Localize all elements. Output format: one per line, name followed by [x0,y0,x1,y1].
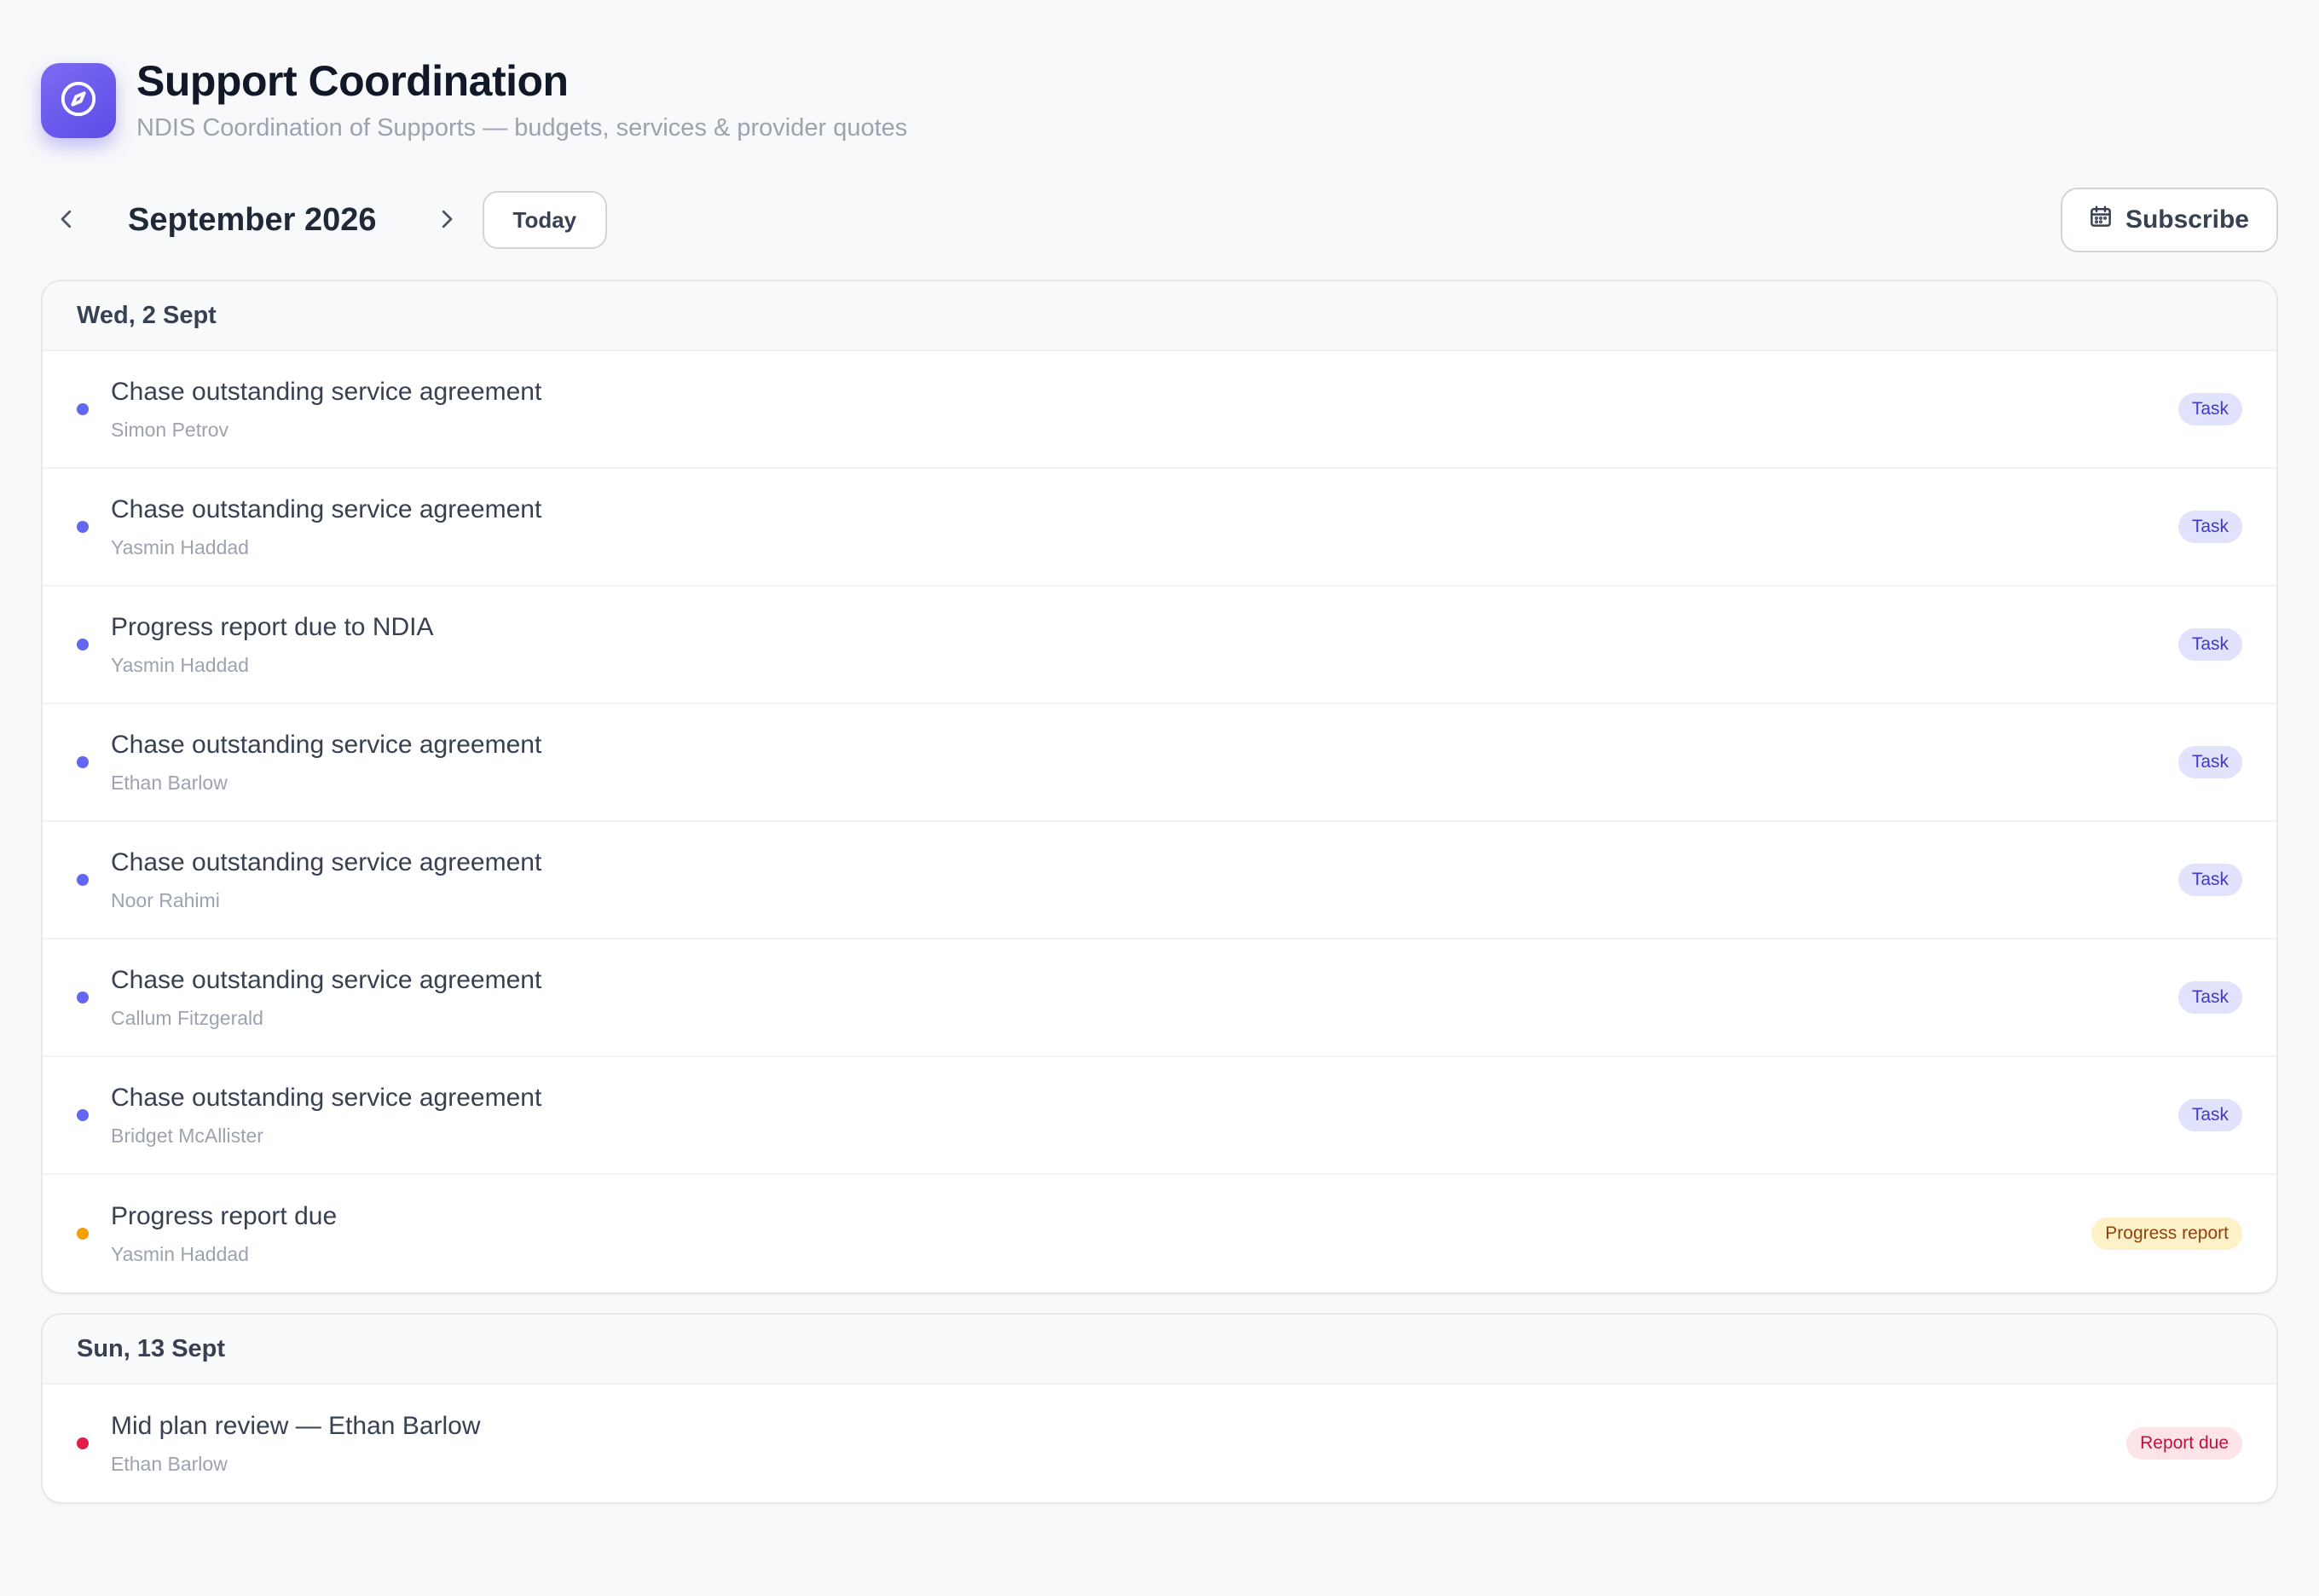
day-header: Wed, 2 Sept [43,281,2276,351]
event-participant: Noor Rahimi [111,888,220,911]
current-month-label: September 2026 [128,201,377,238]
event-type-badge: Task [2177,1099,2242,1131]
task-dot [77,403,89,415]
event-type-badge: Task [2177,746,2242,778]
event-title: Chase outstanding service agreement [111,378,542,407]
event-participant: Bridget McAllister [111,1124,263,1147]
chevron-right-icon [434,206,460,234]
event-type-badge: Task [2177,864,2242,896]
app-logo [41,63,116,138]
event-row[interactable]: Chase outstanding service agreement Call… [43,940,2276,1057]
event-participant: Yasmin Haddad [111,535,249,558]
event-row[interactable]: Progress report due Yasmin Haddad Progre… [43,1175,2276,1292]
page: Support Coordination NDIS Coordination o… [0,0,2319,1596]
event-type-badge: Task [2177,393,2242,425]
event-participant: Yasmin Haddad [111,653,249,676]
event-type-badge: Task [2177,981,2242,1014]
page-subtitle: NDIS Coordination of Supports — budgets,… [136,114,908,142]
chevron-left-icon [54,206,79,234]
event-row[interactable]: Chase outstanding service agreement Brid… [43,1057,2276,1175]
event-title: Chase outstanding service agreement [111,495,542,524]
event-row[interactable]: Progress report due to NDIA Yasmin Hadda… [43,587,2276,704]
day-header: Sun, 13 Sept [43,1315,2276,1385]
compass-icon [59,79,98,123]
event-row[interactable]: Chase outstanding service agreement Etha… [43,704,2276,822]
day-group: Sun, 13 Sept Mid plan review — Ethan Bar… [41,1313,2278,1504]
today-button[interactable]: Today [482,191,608,249]
subscribe-label: Subscribe [2125,205,2249,234]
event-title: Mid plan review — Ethan Barlow [111,1412,481,1441]
event-row[interactable]: Chase outstanding service agreement Simo… [43,351,2276,469]
task-dot [77,874,89,886]
subscribe-button[interactable]: Subscribe [2060,188,2278,252]
event-type-badge: Task [2177,628,2242,661]
app-header: Support Coordination NDIS Coordination o… [41,58,2278,143]
event-title: Chase outstanding service agreement [111,848,542,877]
next-month-button[interactable] [421,194,472,246]
event-participant: Ethan Barlow [111,771,228,794]
task-dot [77,992,89,1003]
event-type-badge: Report due [2126,1427,2242,1460]
event-participant: Ethan Barlow [111,1452,228,1475]
day-group: Wed, 2 Sept Chase outstanding service ag… [41,280,2278,1294]
event-title: Progress report due to NDIA [111,613,434,642]
event-type-badge: Progress report [2091,1217,2242,1250]
page-title: Support Coordination [136,57,569,106]
event-row[interactable]: Mid plan review — Ethan Barlow Ethan Bar… [43,1385,2276,1502]
task-dot [77,639,89,651]
calendar-icon [2088,204,2114,236]
task-dot [77,756,89,768]
progress-report-dot [77,1228,89,1240]
event-type-badge: Task [2177,511,2242,543]
event-title: Chase outstanding service agreement [111,731,542,760]
task-dot [77,1109,89,1121]
event-title: Chase outstanding service agreement [111,966,542,995]
event-participant: Yasmin Haddad [111,1242,249,1265]
event-title: Progress report due [111,1202,338,1231]
report-due-dot [77,1437,89,1449]
event-participant: Callum Fitzgerald [111,1006,263,1029]
previous-month-button[interactable] [41,194,92,246]
title-group: Support Coordination NDIS Coordination o… [136,58,907,143]
event-participant: Simon Petrov [111,418,229,441]
event-row[interactable]: Chase outstanding service agreement Noor… [43,822,2276,940]
calendar-toolbar: September 2026 Today Subscribe [41,188,2278,252]
task-dot [77,521,89,533]
event-row[interactable]: Chase outstanding service agreement Yasm… [43,469,2276,587]
event-title: Chase outstanding service agreement [111,1084,542,1113]
